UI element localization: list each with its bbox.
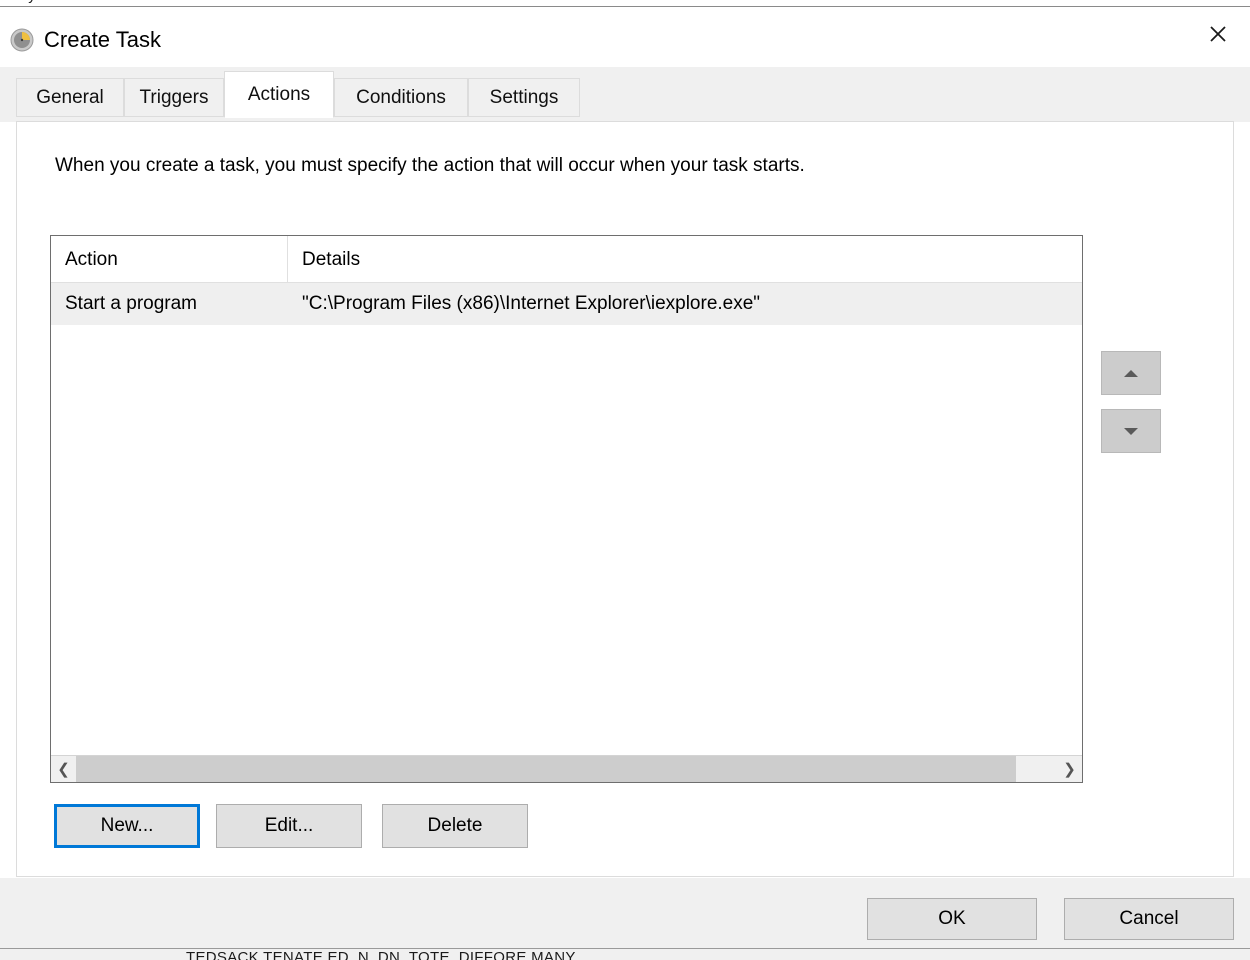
ok-button-label: OK — [938, 908, 966, 929]
new-button-label: New... — [100, 815, 154, 836]
clock-icon — [10, 28, 34, 52]
cell-action-label: Start a program — [65, 293, 197, 314]
move-down-arrow-icon — [1124, 427, 1138, 435]
tab-actions[interactable]: Actions — [224, 71, 334, 118]
cell-details: "C:\Program Files (x86)\Internet Explore… — [288, 283, 1082, 325]
create-task-dialog: System Tools Create Task General Trigger… — [0, 0, 1250, 960]
tab-conditions[interactable]: Conditions — [334, 78, 468, 117]
tab-triggers[interactable]: Triggers — [124, 78, 224, 117]
actions-tab-panel: When you create a task, you must specify… — [16, 121, 1234, 877]
tab-strip: General Triggers Actions Conditions Sett… — [0, 67, 1250, 122]
actions-list[interactable]: Action Details Start a program "C:\Progr… — [50, 235, 1083, 783]
move-down-button[interactable] — [1101, 409, 1161, 453]
background-window-top-text: System Tools — [18, 0, 111, 4]
cancel-button-label: Cancel — [1119, 908, 1179, 929]
column-header-action-label: Action — [65, 248, 118, 270]
edit-button-label: Edit... — [264, 815, 314, 836]
move-up-button[interactable] — [1101, 351, 1161, 395]
title-bar: Create Task — [0, 7, 1250, 67]
delete-button[interactable]: Delete — [382, 804, 528, 848]
column-header-details[interactable]: Details — [288, 236, 1082, 283]
dialog-footer: OK Cancel — [0, 878, 1250, 948]
background-window-bottom-text: TEDSACK TENATE ED. N. DN. TOTE. DIFFORE … — [186, 949, 576, 960]
scroll-left-icon[interactable]: ❮ — [51, 756, 76, 782]
cancel-button[interactable]: Cancel — [1064, 898, 1234, 940]
horizontal-scrollbar[interactable]: ❮ ❯ — [51, 755, 1082, 782]
close-icon[interactable] — [1186, 7, 1250, 61]
edit-button[interactable]: Edit... — [216, 804, 362, 848]
tab-general-label: General — [36, 86, 104, 108]
window-title: Create Task — [44, 27, 161, 52]
move-up-arrow-icon — [1124, 369, 1138, 377]
new-button[interactable]: New... — [54, 804, 200, 848]
column-header-details-label: Details — [302, 248, 361, 270]
cell-details-label: "C:\Program Files (x86)\Internet Explore… — [302, 293, 761, 314]
tab-general[interactable]: General — [16, 78, 124, 117]
instruction-text: When you create a task, you must specify… — [55, 155, 805, 176]
tab-settings-label: Settings — [489, 86, 559, 108]
tab-conditions-label: Conditions — [356, 86, 446, 108]
tab-actions-label: Actions — [247, 83, 311, 105]
ok-button[interactable]: OK — [867, 898, 1037, 940]
tab-triggers-label: Triggers — [139, 86, 209, 108]
background-window-bottom-bleed: TEDSACK TENATE ED. N. DN. TOTE. DIFFORE … — [0, 948, 1250, 960]
delete-button-label: Delete — [427, 815, 483, 836]
table-row[interactable]: Start a program "C:\Program Files (x86)\… — [51, 283, 1082, 325]
tab-settings[interactable]: Settings — [468, 78, 580, 117]
background-window-top-bleed: System Tools — [0, 0, 1250, 7]
scrollbar-thumb[interactable] — [76, 756, 1016, 782]
cell-action: Start a program — [51, 283, 288, 325]
scroll-right-icon[interactable]: ❯ — [1057, 756, 1082, 782]
column-header-action[interactable]: Action — [51, 236, 288, 283]
actions-list-header: Action Details — [51, 236, 1082, 283]
